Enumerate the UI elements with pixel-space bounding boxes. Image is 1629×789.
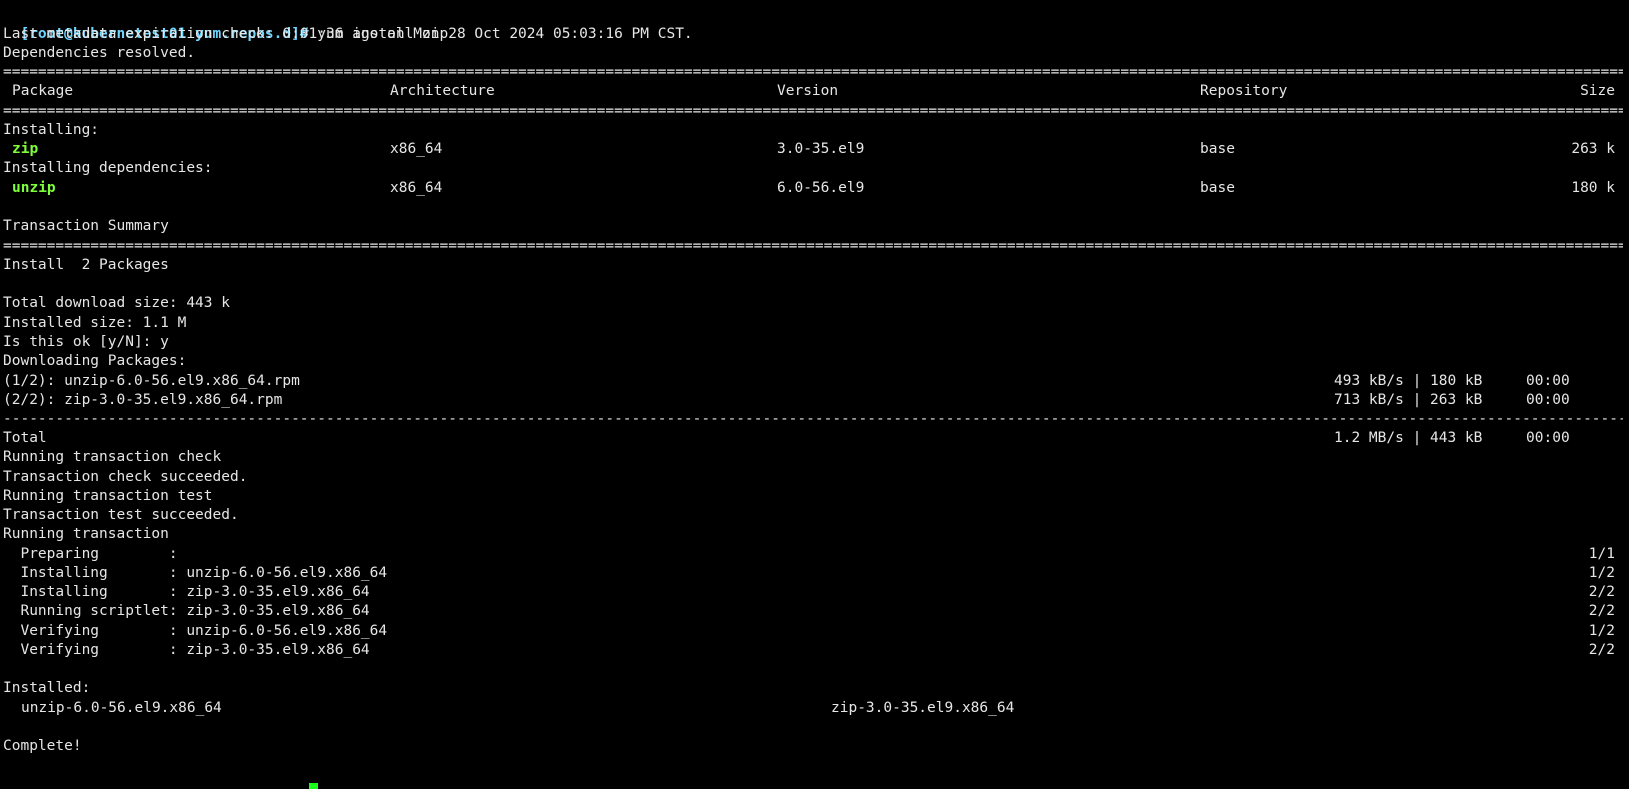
step-count: 1/2 (1588, 623, 1615, 639)
terminal-cursor (309, 783, 318, 789)
rule-double-1: ========================================… (3, 64, 1623, 80)
package-size: 263 k (1571, 141, 1615, 157)
step-count: 2/2 (1588, 603, 1615, 619)
status-line: Running transaction test (3, 488, 213, 504)
complete-line: Complete! (3, 738, 82, 754)
total-label: Total (3, 430, 47, 446)
header-package: Package (12, 83, 74, 99)
download-file: (2/2): zip-3.0-35.el9.x86_64.rpm (3, 392, 283, 408)
step-text: Preparing : (3, 546, 178, 562)
step-row: Installing : zip-3.0-35.el9.x86_64 2/2 (0, 582, 1629, 602)
step-text: Running scriptlet: zip-3.0-35.el9.x86_64 (3, 603, 370, 619)
package-name: zip (12, 141, 39, 157)
header-version: Version (777, 83, 839, 99)
table-row: zip x86_64 3.0-35.el9 base 263 k (0, 139, 1629, 159)
step-row: Verifying : unzip-6.0-56.el9.x86_64 1/2 (0, 621, 1629, 641)
header-size: Size (1580, 83, 1615, 99)
installed-label: Installed: (3, 680, 91, 696)
terminal-window[interactable]: { "terminal": { "prompt": "[root@kuberne… (0, 0, 1629, 789)
step-row: Running scriptlet: zip-3.0-35.el9.x86_64… (0, 601, 1629, 621)
installed-item: unzip-6.0-56.el9.x86_64 (21, 700, 222, 716)
package-size: 180 k (1571, 180, 1615, 196)
deps-resolved-line: Dependencies resolved. (3, 45, 196, 61)
package-version: 3.0-35.el9 (777, 141, 865, 157)
download-rate: 493 kB/s | 180 kB 00:00 (1334, 373, 1570, 389)
download-row: (2/2): zip-3.0-35.el9.x86_64.rpm 713 kB/… (0, 390, 1629, 410)
download-row: (1/2): unzip-6.0-56.el9.x86_64.rpm 493 k… (0, 371, 1629, 391)
rule-double-3: ========================================… (3, 238, 1623, 254)
table-row: unzip x86_64 6.0-56.el9 base 180 k (0, 178, 1629, 198)
status-line: Running transaction check (3, 449, 222, 465)
total-rate: 1.2 MB/s | 443 kB 00:00 (1334, 430, 1570, 446)
step-row: Preparing : 1/1 (0, 544, 1629, 564)
installed-row: unzip-6.0-56.el9.x86_64 zip-3.0-35.el9.x… (0, 698, 1629, 718)
step-text: Installing : zip-3.0-35.el9.x86_64 (3, 584, 370, 600)
downloading-line: Downloading Packages: (3, 353, 187, 369)
install-count-line: Install 2 Packages (3, 257, 169, 273)
confirm-prompt-line: Is this ok [y/N]: y (3, 334, 169, 350)
step-text: Installing : unzip-6.0-56.el9.x86_64 (3, 565, 388, 581)
package-repo: base (1200, 141, 1235, 157)
package-name: unzip (12, 180, 56, 196)
status-line: Running transaction (3, 526, 169, 542)
step-row: Verifying : zip-3.0-35.el9.x86_64 2/2 (0, 640, 1629, 660)
step-count: 1/1 (1588, 546, 1615, 562)
package-repo: base (1200, 180, 1235, 196)
package-arch: x86_64 (390, 180, 443, 196)
table-header-row: Package Architecture Version Repository … (0, 81, 1629, 101)
step-count: 2/2 (1588, 584, 1615, 600)
status-line: Transaction test succeeded. (3, 507, 239, 523)
step-text: Verifying : unzip-6.0-56.el9.x86_64 (3, 623, 388, 639)
status-line: Transaction check succeeded. (3, 469, 248, 485)
step-text: Verifying : zip-3.0-35.el9.x86_64 (3, 642, 370, 658)
step-row: Installing : unzip-6.0-56.el9.x86_64 1/2 (0, 563, 1629, 583)
rule-dash: ----------------------------------------… (3, 411, 1623, 427)
transaction-summary-heading: Transaction Summary (3, 218, 169, 234)
installing-deps-label: Installing dependencies: (3, 160, 213, 176)
header-architecture: Architecture (390, 83, 495, 99)
command-line: [root@kubernetest01 yum.repos.d]# yum in… (3, 4, 448, 42)
package-version: 6.0-56.el9 (777, 180, 865, 196)
total-download-line: Total download size: 443 k (3, 295, 230, 311)
installed-item: zip-3.0-35.el9.x86_64 (831, 700, 1015, 716)
download-rate: 713 kB/s | 263 kB 00:00 (1334, 392, 1570, 408)
installed-size-line: Installed size: 1.1 M (3, 315, 187, 331)
download-file: (1/2): unzip-6.0-56.el9.x86_64.rpm (3, 373, 300, 389)
package-arch: x86_64 (390, 141, 443, 157)
header-repository: Repository (1200, 83, 1288, 99)
step-count: 2/2 (1588, 642, 1615, 658)
metadata-line: Last metadata expiration check: 0:01:36 … (3, 26, 693, 42)
installing-label: Installing: (3, 122, 100, 138)
rule-double-2: ========================================… (3, 103, 1623, 119)
step-count: 1/2 (1588, 565, 1615, 581)
total-row: Total 1.2 MB/s | 443 kB 00:00 (0, 428, 1629, 448)
